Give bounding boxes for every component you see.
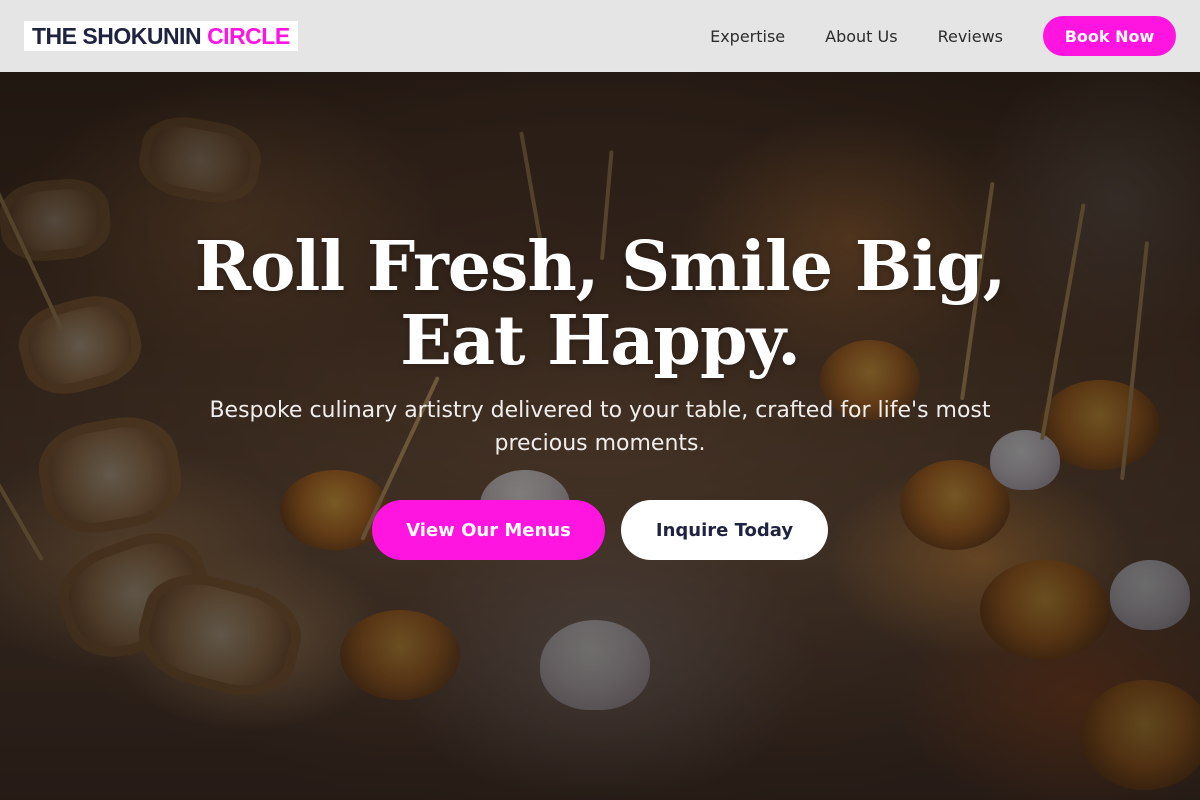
- hero-subheadline: Bespoke culinary artistry delivered to y…: [209, 398, 991, 456]
- nav-link-about-us[interactable]: About Us: [825, 27, 897, 46]
- hero-section: Roll Fresh, Smile Big, Eat Happy. Bespok…: [0, 230, 1200, 560]
- brand-logo[interactable]: THE SHOKUNIN CIRCLE: [24, 21, 298, 51]
- book-now-button[interactable]: Book Now: [1043, 16, 1176, 56]
- top-navbar: THE SHOKUNIN CIRCLE Expertise About Us R…: [0, 0, 1200, 72]
- hero-cta-row: View Our Menus Inquire Today: [372, 500, 828, 560]
- view-menus-button[interactable]: View Our Menus: [372, 500, 605, 560]
- nav-links: Expertise About Us Reviews Book Now: [710, 16, 1176, 56]
- brand-name-primary: THE SHOKUNIN: [32, 22, 202, 49]
- brand-name-accent: CIRCLE: [207, 22, 290, 49]
- hero-headline: Roll Fresh, Smile Big, Eat Happy.: [194, 227, 1007, 381]
- nav-link-expertise[interactable]: Expertise: [710, 27, 785, 46]
- nav-link-reviews[interactable]: Reviews: [938, 27, 1003, 46]
- inquire-today-button[interactable]: Inquire Today: [621, 500, 828, 560]
